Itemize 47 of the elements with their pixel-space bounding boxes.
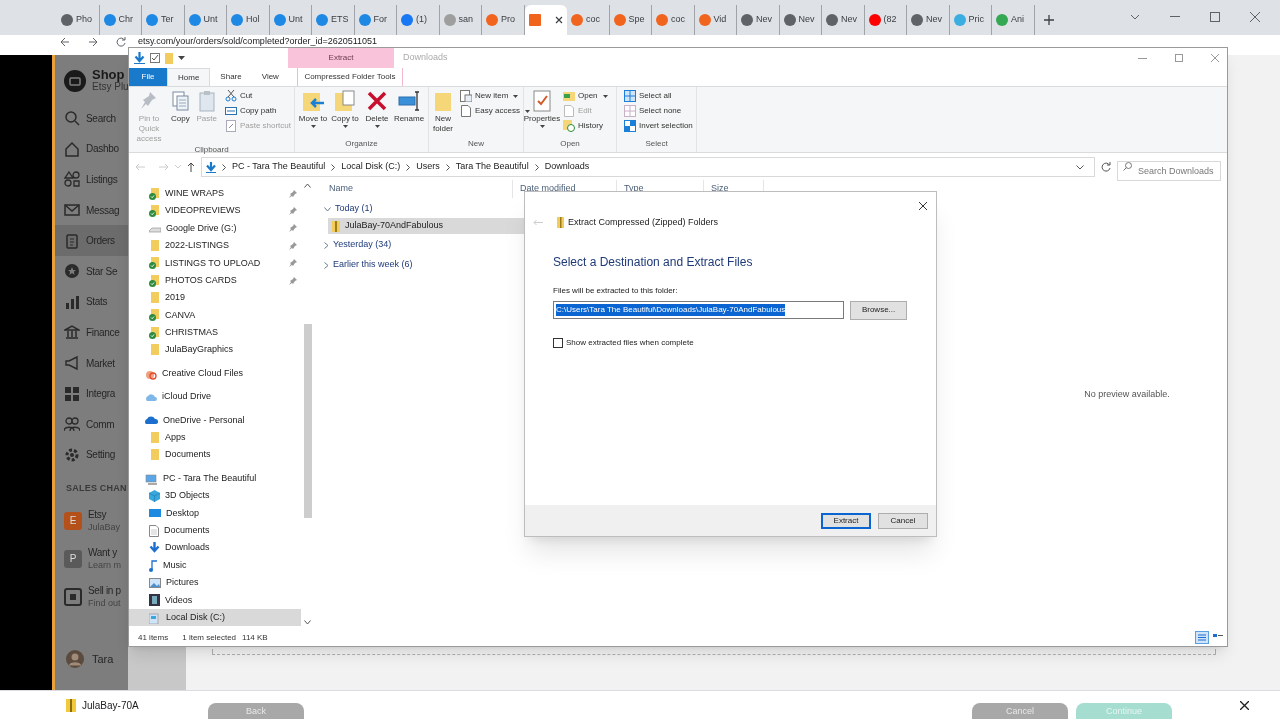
channel-title: Sell in p [88,583,121,597]
channel-badge: P [64,549,82,568]
tab-title: Spe [628,13,645,27]
dialog-heading: Select a Destination and Extract Files [553,253,754,271]
tab-title: Vid [713,13,727,27]
tab-title: For [373,13,387,27]
tab-title: Nev [798,13,815,27]
tab-title: ETS [331,13,349,27]
context-tab-header: Extract [288,48,394,68]
tab-title: coc [586,13,600,27]
tab-title: Pho [76,13,92,27]
user-name: Tara [92,651,114,667]
preview-message: No preview available. [1084,387,1170,401]
tab-title: Unt [288,13,303,27]
tab-title: Unt [203,13,218,27]
tab-title: Hol [246,13,260,27]
tab-title: Chr [118,13,133,27]
tab-title: san [458,13,473,27]
selection-info: 1 item selected [182,631,237,644]
group-label: Open [559,138,581,150]
tab-title: Nev [756,13,772,27]
selection-size: 114 KB [242,631,268,644]
tab-title: Pro [501,13,515,27]
shop-plan: Etsy Plu [92,81,129,93]
field-label: Files will be extracted to this folder: [553,284,679,297]
tab-title: (1) [416,13,427,27]
dialog-title: Extract Compressed (Zipped) Folders [568,216,719,229]
tab-title: Pric [968,13,984,27]
tab-title: Nev [926,13,942,27]
group-label: Clipboard [193,144,230,156]
checkbox-label: Show extracted files when complete [566,336,694,349]
channel-badge: E [64,511,82,530]
channel-title: Etsy [88,507,108,521]
window-title: Downloads [402,51,448,65]
item-count: 41 items [138,631,169,644]
group-label: Organize [344,138,379,150]
tab-title: (82 [883,13,897,27]
tab-title: Nev [841,13,857,27]
tab-title: coc [671,13,685,27]
tab-title: Ani [1011,13,1024,27]
shop-name: Shop [92,69,125,81]
section-heading: SALES CHAN [65,482,128,496]
group-label: New [467,138,485,150]
channel-title: Want y [88,545,118,559]
selected-text: C:\Users\Tara The Beautiful\Downloads\JulaBay-70AndFabulous [556,304,786,316]
tab-title: Ter [161,13,174,27]
group-label: Select [644,138,669,150]
